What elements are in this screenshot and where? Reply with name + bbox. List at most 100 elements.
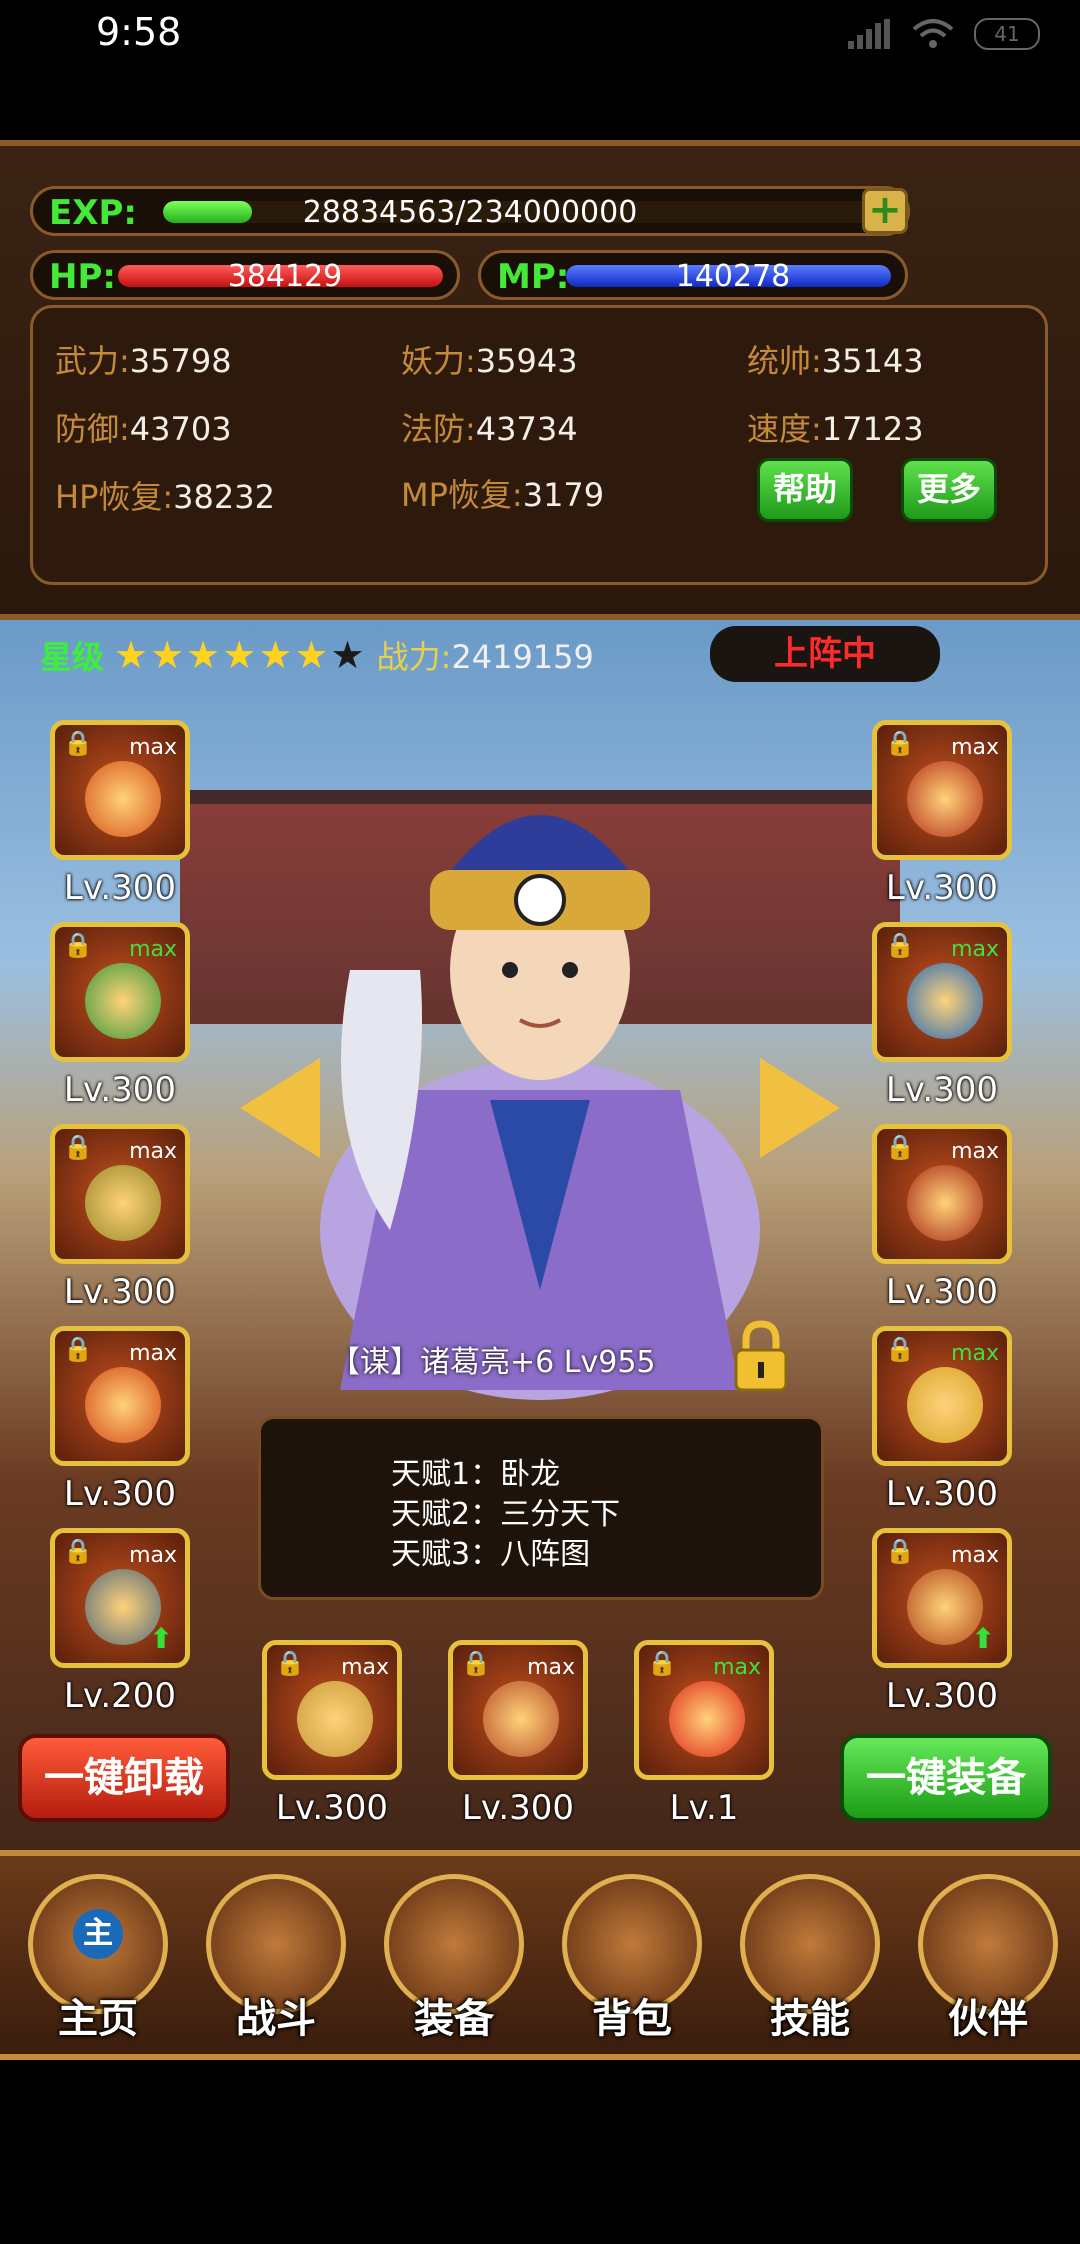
max-badge: max <box>951 1543 999 1568</box>
slot-lock-icon: 🔒 <box>63 1537 93 1565</box>
max-badge: max <box>129 1543 177 1568</box>
star-filled-icon: ★ <box>222 633 257 677</box>
slot-lock-icon: 🔒 <box>885 1335 915 1363</box>
add-exp-button[interactable]: + <box>862 188 908 234</box>
equipment-item-icon <box>85 761 161 837</box>
max-badge: max <box>713 1655 761 1680</box>
slot-level-label: Lv.300 <box>63 868 177 908</box>
attr-magic-defense: 法防:43734 <box>401 410 578 448</box>
more-button[interactable]: 更多 <box>901 458 997 522</box>
slot-level-label: Lv.200 <box>63 1676 177 1716</box>
max-badge: max <box>129 1139 177 1164</box>
status-bar: 9:58 41 <box>0 0 1080 70</box>
max-badge: max <box>129 735 177 760</box>
attr-strength: 武力:35798 <box>55 342 232 380</box>
equipment-item-icon <box>907 963 983 1039</box>
equipment-slot-right-2[interactable]: 🔒 max <box>872 922 1012 1062</box>
wifi-icon <box>912 19 954 48</box>
hero-portrait <box>320 815 760 1400</box>
equipment-item-icon <box>907 761 983 837</box>
attr-speed: 速度:17123 <box>747 410 924 448</box>
equipment-slot-right-5[interactable]: 🔒 max ⬆ <box>872 1528 1012 1668</box>
slot-lock-icon: 🔒 <box>461 1649 491 1677</box>
slot-lock-icon: 🔒 <box>885 1133 915 1161</box>
slot-level-label: Lv.300 <box>63 1474 177 1514</box>
exp-bar: EXP: 28834563/234000000 <box>30 186 910 236</box>
equipment-slot-left-4[interactable]: 🔒 max <box>50 1326 190 1466</box>
equipment-slot-right-3[interactable]: 🔒 max <box>872 1124 1012 1264</box>
equipment-slot-left-5[interactable]: 🔒 max ⬆ <box>50 1528 190 1668</box>
max-badge: max <box>951 937 999 962</box>
equipment-item-icon <box>669 1681 745 1757</box>
equipment-item-icon <box>297 1681 373 1757</box>
upgrade-arrow-icon: ⬆ <box>149 1622 173 1655</box>
star-rating: 星级 ★★★★★★★ 战力:2419159 <box>40 632 594 678</box>
slot-level-label: Lv.300 <box>461 1788 575 1828</box>
clock: 9:58 <box>96 10 182 54</box>
lock-icon[interactable] <box>732 1318 790 1394</box>
nav-battle[interactable]: 战斗 <box>196 1874 356 2044</box>
nav-skills[interactable]: 技能 <box>730 1874 890 2044</box>
mp-value: 140278 <box>675 259 791 294</box>
prev-hero-arrow[interactable] <box>240 1058 320 1158</box>
star-filled-icon: ★ <box>114 633 149 677</box>
attributes-box: 武力:35798 妖力:35943 统帅:35143 防御:43703 法防:4… <box>30 305 1048 585</box>
mp-bar: MP: 140278 <box>478 250 908 300</box>
equipment-item-icon <box>907 1367 983 1443</box>
equipment-slot-bottom-1[interactable]: 🔒 max <box>262 1640 402 1780</box>
attr-defense: 防御:43703 <box>55 410 232 448</box>
stars: ★★★★★★★ <box>114 633 367 677</box>
max-badge: max <box>129 1341 177 1366</box>
attr-magic: 妖力:35943 <box>401 342 578 380</box>
slot-lock-icon: 🔒 <box>275 1649 305 1677</box>
hp-value: 384129 <box>227 259 343 294</box>
slot-lock-icon: 🔒 <box>885 1537 915 1565</box>
slot-level-label: Lv.300 <box>885 1676 999 1716</box>
nav-equipment[interactable]: 装备 <box>374 1874 534 2044</box>
nav-partners[interactable]: 伙伴 <box>908 1874 1068 2044</box>
equipment-slot-right-1[interactable]: 🔒 max <box>872 720 1012 860</box>
star-empty-icon: ★ <box>330 633 365 677</box>
equipment-item-icon <box>483 1681 559 1757</box>
equipment-slot-bottom-3[interactable]: 🔒 max <box>634 1640 774 1780</box>
star-label: 星级 <box>40 638 105 676</box>
equip-all-button[interactable]: 一键装备 <box>840 1734 1052 1822</box>
nav-bag[interactable]: 背包 <box>552 1874 712 2044</box>
next-hero-arrow[interactable] <box>760 1058 840 1158</box>
slot-level-label: Lv.300 <box>885 868 999 908</box>
star-filled-icon: ★ <box>150 633 185 677</box>
help-button[interactable]: 帮助 <box>757 458 853 522</box>
nav-home[interactable]: 主 主页 <box>18 1874 178 2044</box>
slot-level-label: Lv.300 <box>63 1070 177 1110</box>
deploy-status-badge: 上阵中 <box>710 626 940 682</box>
slot-level-label: Lv.300 <box>885 1474 999 1514</box>
max-badge: max <box>129 937 177 962</box>
battery-icon: 41 <box>974 18 1040 50</box>
max-badge: max <box>341 1655 389 1680</box>
star-filled-icon: ★ <box>294 633 329 677</box>
slot-lock-icon: 🔒 <box>63 931 93 959</box>
hero-name: 【谋】诸葛亮+6 Lv955 <box>330 1345 656 1380</box>
talent-2: 天赋2：三分天下 <box>391 1497 621 1532</box>
equipment-slot-left-1[interactable]: 🔒 max <box>50 720 190 860</box>
equipment-slot-bottom-2[interactable]: 🔒 max <box>448 1640 588 1780</box>
star-filled-icon: ★ <box>258 633 293 677</box>
equipment-item-icon <box>85 1165 161 1241</box>
slot-lock-icon: 🔒 <box>63 1335 93 1363</box>
bottom-nav: 主 主页 战斗 装备 背包 技能 伙伴 <box>0 1850 1080 2060</box>
equipment-item-icon <box>85 1367 161 1443</box>
equipment-slot-right-4[interactable]: 🔒 max <box>872 1326 1012 1466</box>
slot-lock-icon: 🔒 <box>63 729 93 757</box>
exp-value: 28834563/234000000 <box>302 195 638 230</box>
slot-lock-icon: 🔒 <box>647 1649 677 1677</box>
slot-level-label: Lv.300 <box>885 1070 999 1110</box>
attr-command: 统帅:35143 <box>747 342 924 380</box>
slot-level-label: Lv.300 <box>63 1272 177 1312</box>
equipment-slot-left-2[interactable]: 🔒 max <box>50 922 190 1062</box>
talent-1: 天赋1：卧龙 <box>391 1457 561 1492</box>
unequip-all-button[interactable]: 一键卸载 <box>18 1734 230 1822</box>
max-badge: max <box>527 1655 575 1680</box>
talents-panel: 天赋1：卧龙 天赋2：三分天下 天赋3：八阵图 <box>258 1416 824 1600</box>
equipment-slot-left-3[interactable]: 🔒 max <box>50 1124 190 1264</box>
attr-hp-regen: HP恢复:38232 <box>55 478 275 516</box>
